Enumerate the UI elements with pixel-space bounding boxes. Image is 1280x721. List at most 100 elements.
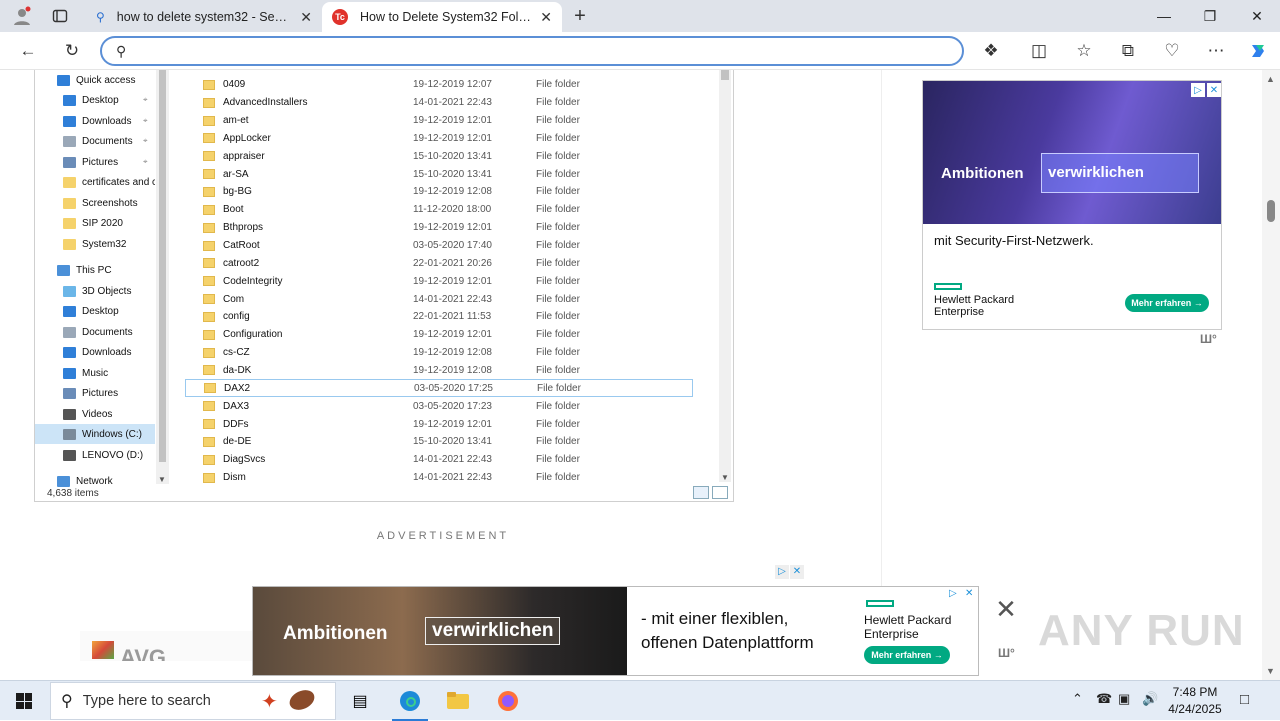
split-screen-icon[interactable]: ◫ — [1025, 38, 1053, 64]
side-advertisement[interactable]: Ambitionen verwirklichen ▷ ✕ mit Securit… — [922, 80, 1222, 330]
refresh-button[interactable]: ↻ — [58, 38, 86, 64]
file-row[interactable]: cs-CZ 19-12-2019 12:08 File folder — [185, 344, 693, 362]
file-row[interactable]: config 22-01-2021 11:53 File folder — [185, 308, 693, 326]
nav-item[interactable]: Quick access — [35, 70, 155, 90]
start-button[interactable] — [0, 681, 48, 721]
volume-icon[interactable]: 🔊 — [1142, 691, 1158, 707]
address-input[interactable] — [134, 43, 935, 59]
file-row[interactable]: appraiser 15-10-2020 13:41 File folder — [185, 147, 693, 165]
file-row[interactable]: DiagSvcs 14-01-2021 22:43 File folder — [185, 451, 693, 469]
file-row[interactable]: am-et 19-12-2019 12:01 File folder — [185, 112, 693, 130]
file-row[interactable]: AppLocker 19-12-2019 12:01 File folder — [185, 130, 693, 148]
ad-choices-icon[interactable]: ▷ — [1191, 83, 1205, 97]
task-view-button[interactable]: ▤ — [336, 681, 384, 721]
close-sticky-ad-button[interactable]: ✕ — [992, 596, 1020, 624]
nav-item[interactable]: Videos — [35, 404, 155, 424]
minimize-button[interactable]: — — [1141, 0, 1187, 32]
restore-button[interactable]: ❐ — [1187, 0, 1233, 32]
firefox-taskbar-button[interactable] — [484, 681, 532, 721]
ad-choices-icon[interactable]: ▷ — [775, 565, 789, 579]
file-type: File folder — [536, 132, 580, 144]
folder-icon — [203, 347, 215, 358]
file-row[interactable]: DDFs 19-12-2019 12:01 File folder — [185, 415, 693, 433]
nav-item[interactable]: Downloads — [35, 342, 155, 362]
close-tab-icon[interactable]: ✕ — [540, 9, 552, 26]
system-clock[interactable]: 7:48 PM 4/24/2025 — [1160, 684, 1230, 718]
show-hidden-icons[interactable]: ⌃ — [1072, 691, 1083, 707]
new-tab-icon[interactable]: + — [568, 4, 592, 28]
ad-cta-button[interactable]: Mehr erfahren → — [864, 646, 950, 664]
file-row[interactable]: catroot2 22-01-2021 20:26 File folder — [185, 255, 693, 273]
back-button[interactable]: ← — [14, 38, 42, 64]
pictures-icon — [63, 387, 76, 399]
close-tab-icon[interactable]: ✕ — [300, 9, 312, 26]
edge-taskbar-button[interactable] — [386, 681, 434, 721]
file-row[interactable]: CodeIntegrity 19-12-2019 12:01 File folder — [185, 272, 693, 290]
file-row[interactable]: DAX2 03-05-2020 17:25 File folder — [185, 379, 693, 398]
nav-item-label: This PC — [76, 264, 112, 276]
nav-item[interactable]: SIP 2020 — [35, 213, 155, 233]
extensions-icon[interactable]: ❖ — [977, 38, 1005, 64]
file-row[interactable]: Bthprops 19-12-2019 12:01 File folder — [185, 219, 693, 237]
nav-item[interactable]: Documents — [35, 322, 155, 342]
favorites-icon[interactable]: ☆ — [1070, 38, 1098, 64]
hpe-logo-icon — [934, 283, 962, 290]
collections-icon[interactable]: ⧉ — [1114, 38, 1142, 64]
ad-brand-line-2: Enterprise — [864, 627, 919, 641]
browser-essentials-icon[interactable]: ♡ — [1158, 38, 1186, 64]
nav-item[interactable]: Desktop — [35, 301, 155, 321]
file-name: DDFs — [223, 418, 249, 430]
windows-logo-icon — [16, 693, 32, 709]
meet-now-icon[interactable]: ☎ — [1096, 691, 1112, 707]
notifications-icon[interactable]: □ — [1240, 691, 1249, 708]
nav-item[interactable]: Desktop ⌖ — [35, 90, 155, 110]
file-row[interactable]: 0409 19-12-2019 12:07 File folder — [185, 76, 693, 94]
nav-item[interactable]: Pictures ⌖ — [35, 152, 155, 172]
folder-icon — [203, 454, 215, 465]
nav-item[interactable]: 3D Objects — [35, 281, 155, 301]
tab-actions-icon[interactable] — [48, 4, 72, 28]
folder-icon — [203, 240, 215, 251]
ad-close-icon[interactable]: ✕ — [965, 588, 973, 599]
nav-item[interactable]: Screenshots — [35, 193, 155, 213]
nav-item[interactable]: System32 — [35, 234, 155, 254]
nav-item[interactable]: LENOVO (D:) — [35, 445, 155, 465]
network-icon[interactable]: ▣ — [1118, 691, 1130, 707]
file-name: da-DK — [223, 364, 252, 376]
nav-item[interactable]: Music — [35, 363, 155, 383]
tab-article[interactable]: Tc How to Delete System32 Folder in ✕ — [322, 2, 562, 32]
profile-icon[interactable] — [10, 4, 34, 28]
copilot-icon[interactable] — [1244, 38, 1272, 64]
nav-item[interactable]: Downloads ⌖ — [35, 111, 155, 131]
file-row[interactable]: Configuration 19-12-2019 12:01 File folder — [185, 326, 693, 344]
settings-more-icon[interactable]: ⋯ — [1202, 38, 1230, 64]
page-scrollbar[interactable]: ▲ ▼ — [1262, 70, 1280, 680]
file-row[interactable]: CatRoot 03-05-2020 17:40 File folder — [185, 237, 693, 255]
address-bar[interactable]: ⚲ — [100, 36, 964, 66]
file-row[interactable]: ar-SA 15-10-2020 13:41 File folder — [185, 165, 693, 183]
file-row[interactable]: AdvancedInstallers 14-01-2021 22:43 File f… — [185, 94, 693, 112]
ad-cta-button[interactable]: Mehr erfahren → — [1125, 294, 1209, 312]
close-window-button[interactable]: ✕ — [1234, 0, 1280, 32]
file-row[interactable]: Boot 11-12-2020 18:00 File folder — [185, 201, 693, 219]
nav-item[interactable]: This PC — [35, 260, 155, 280]
nav-item[interactable]: Pictures — [35, 383, 155, 403]
nav-item[interactable]: Documents ⌖ — [35, 131, 155, 151]
ad-close-icon[interactable]: ✕ — [790, 565, 804, 579]
file-row[interactable]: de-DE 15-10-2020 13:41 File folder — [185, 433, 693, 451]
file-name: CatRoot — [223, 240, 260, 252]
nav-item[interactable]: certificates and c — [35, 172, 155, 192]
file-row[interactable]: da-DK 19-12-2019 12:08 File folder — [185, 362, 693, 380]
tab-search[interactable]: ⚲ how to delete system32 - Search ✕ — [86, 2, 322, 32]
ad-choices-icon[interactable]: ▷ — [949, 588, 957, 599]
file-explorer-taskbar-button[interactable] — [434, 681, 482, 721]
file-row[interactable]: DAX3 03-05-2020 17:23 File folder — [185, 397, 693, 415]
bottom-sticky-advertisement[interactable]: Ambitionen verwirklichen - mit einer fle… — [252, 586, 979, 676]
taskbar-search[interactable]: ⚲ Type here to search ✦ — [50, 682, 336, 720]
file-row[interactable]: Com 14-01-2021 22:43 File folder — [185, 290, 693, 308]
scrollbar-thumb[interactable] — [1267, 200, 1275, 222]
ad-close-icon[interactable]: ✕ — [1207, 83, 1221, 97]
explorer-screenshot: Quick access Desktop ⌖ Downloads ⌖ Documents ⌖… — [34, 70, 734, 502]
nav-item[interactable]: Windows (C:) — [35, 424, 155, 444]
file-row[interactable]: bg-BG 19-12-2019 12:08 File folder — [185, 183, 693, 201]
